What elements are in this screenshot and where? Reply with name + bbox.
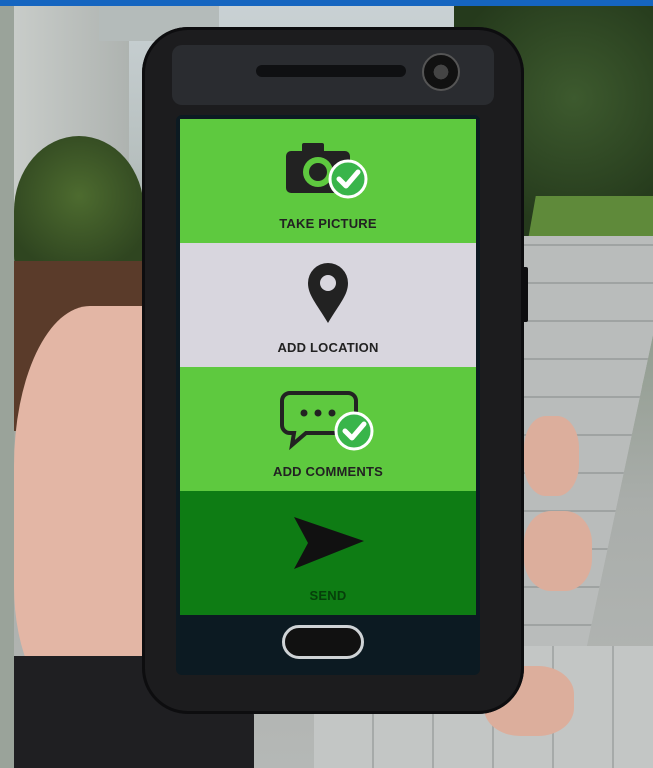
front-camera [422, 53, 460, 91]
home-button[interactable] [282, 625, 364, 659]
phone-top-bezel [172, 45, 494, 105]
take-picture-label: TAKE PICTURE [279, 216, 377, 231]
side-button[interactable] [522, 267, 528, 322]
add-location-label: ADD LOCATION [277, 340, 379, 355]
chat-check-icon [280, 391, 374, 451]
add-comments-label: ADD COMMENTS [272, 464, 383, 479]
finger [524, 416, 579, 496]
send-button[interactable]: SEND [180, 491, 476, 615]
send-arrow-icon [294, 517, 364, 569]
smartphone: TAKE PICTURE ADD LOCATION ADD COMMENTS S… [142, 27, 528, 714]
add-comments-button[interactable]: ADD COMMENTS [180, 367, 476, 491]
speaker-grille [256, 65, 406, 77]
app-screen: TAKE PICTURE ADD LOCATION ADD COMMENTS S… [180, 119, 476, 615]
location-pin-icon [308, 263, 348, 323]
take-picture-button[interactable]: TAKE PICTURE [180, 119, 476, 243]
finger [524, 511, 592, 591]
camera-check-icon [286, 143, 368, 199]
send-label: SEND [309, 588, 347, 603]
phone-screen-frame: TAKE PICTURE ADD LOCATION ADD COMMENTS S… [176, 115, 480, 675]
add-location-button[interactable]: ADD LOCATION [180, 243, 476, 367]
